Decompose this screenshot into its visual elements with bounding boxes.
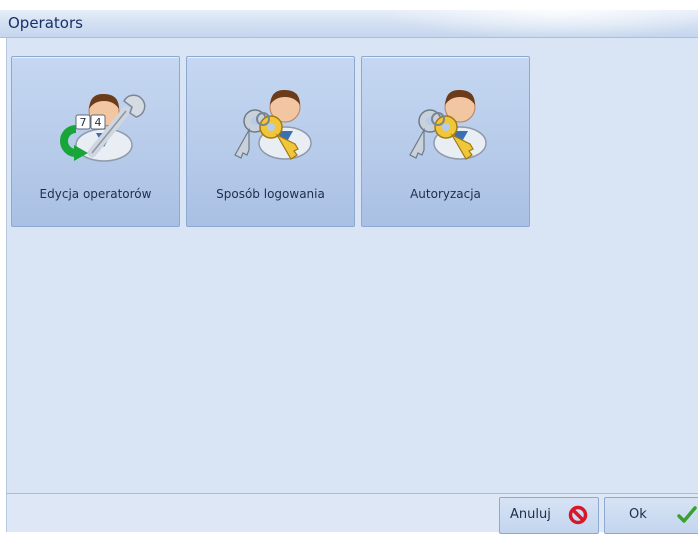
title-bar-decoration bbox=[378, 10, 698, 37]
login-method-tile[interactable]: Sposób logowania bbox=[186, 56, 355, 227]
edit-operators-tile[interactable]: 7 4 Edycja operatorów bbox=[11, 56, 180, 227]
svg-text:4: 4 bbox=[94, 116, 101, 129]
window-title: Operators bbox=[8, 14, 83, 32]
cancel-button[interactable]: Anuluj bbox=[499, 497, 599, 534]
title-bar: Operators bbox=[0, 10, 698, 38]
authorization-tile[interactable]: Autoryzacja bbox=[361, 56, 530, 227]
ok-button[interactable]: Ok bbox=[604, 497, 698, 534]
tile-label: Edycja operatorów bbox=[39, 187, 152, 201]
main-panel: 7 4 Edycja operatorów Sposób logowania A… bbox=[6, 38, 698, 493]
cancel-label: Anuluj bbox=[510, 507, 551, 522]
operator-keys-icon bbox=[233, 89, 312, 160]
cancel-icon bbox=[568, 505, 588, 525]
tile-label: Sposób logowania bbox=[216, 187, 325, 201]
ok-label: Ok bbox=[629, 507, 647, 522]
operator-keys-icon bbox=[408, 89, 487, 160]
checkmark-icon bbox=[677, 506, 697, 523]
tile-label: Autoryzacja bbox=[410, 187, 481, 201]
footer-bar: Anuluj Ok bbox=[6, 493, 698, 534]
operator-edit-icon: 7 4 bbox=[59, 93, 145, 162]
svg-text:7: 7 bbox=[79, 116, 86, 129]
operators-window: Operators 7 4 Edycja operatorów Sposób l… bbox=[0, 0, 698, 534]
